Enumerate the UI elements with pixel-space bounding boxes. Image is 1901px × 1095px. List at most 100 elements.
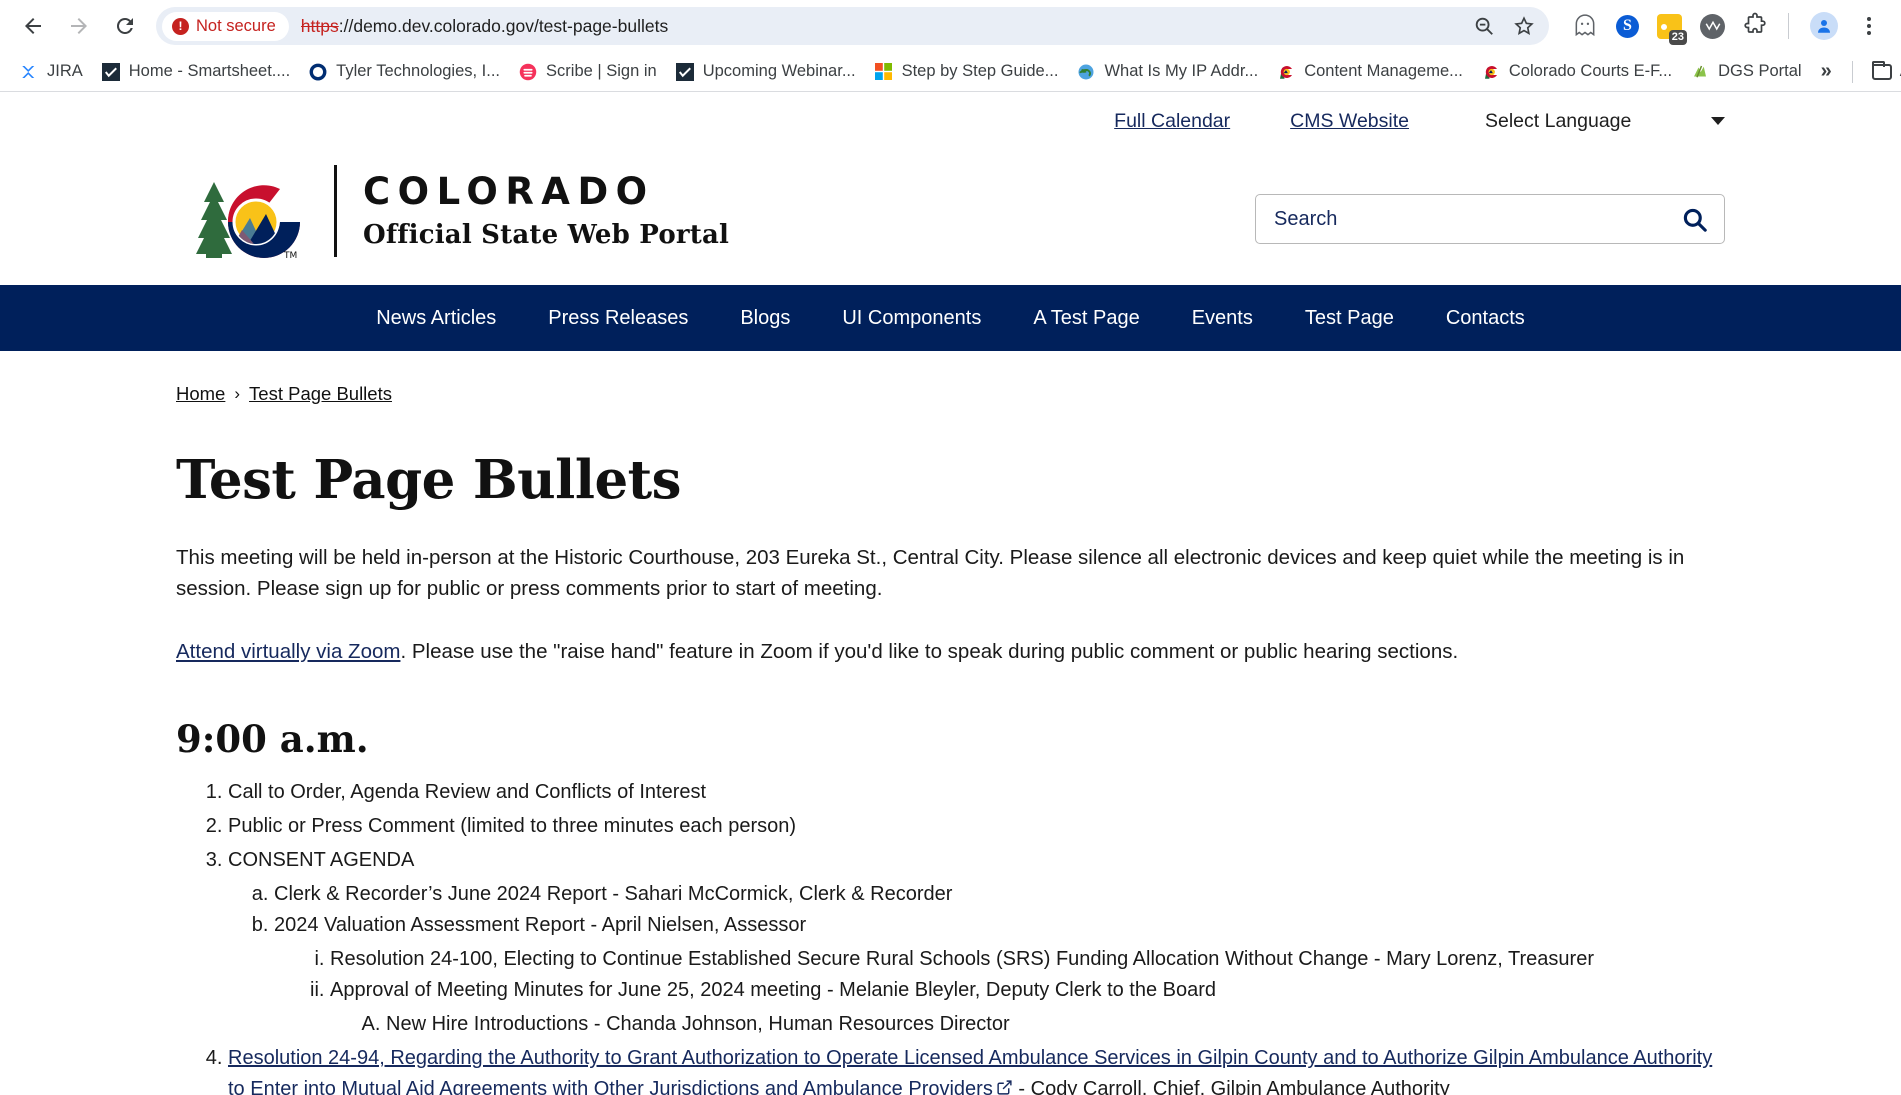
agenda-subitem-label: 2024 Valuation Assessment Report - April…: [274, 914, 807, 937]
calendar-hole: [1661, 23, 1667, 30]
bookmark-scribe[interactable]: Scribe | Sign in: [509, 58, 666, 86]
agenda-subsubitem: Resolution 24-100, Electing to Continue …: [330, 944, 1725, 975]
site-logo[interactable]: TM COLORADO Official State Web Portal: [176, 158, 729, 263]
logo-title: COLORADO: [363, 170, 655, 214]
bookmark-upcoming-webinar[interactable]: Upcoming Webinar...: [666, 58, 865, 86]
intro-paragraph: This meeting will be held in-person at t…: [176, 546, 1685, 600]
bookmark-label: Home - Smartsheet....: [128, 62, 291, 80]
agenda-deep-list: New Hire Introductions - Chanda Johnson,…: [330, 1009, 1725, 1040]
bookmark-home-smartsheet[interactable]: Home - Smartsheet....: [92, 58, 299, 86]
profile-avatar-icon[interactable]: [1810, 12, 1838, 40]
agenda-item-label: CONSENT AGENDA: [228, 849, 415, 872]
w-extension-icon[interactable]: [1700, 13, 1725, 39]
nav-item-press-releases[interactable]: Press Releases: [522, 285, 714, 351]
page-body: Full Calendar CMS Website Select Languag…: [0, 92, 1901, 1095]
smartsheet-icon: [675, 62, 695, 82]
colorado-icon: [1481, 62, 1501, 82]
zoom-out-icon[interactable]: [1473, 15, 1495, 37]
scribe-icon: [518, 62, 538, 82]
nav-item-news-articles[interactable]: News Articles: [350, 285, 522, 351]
dgs-icon: [1690, 62, 1710, 82]
nav-item-test-page[interactable]: Test Page: [1279, 285, 1420, 351]
bookmarks-overflow-button[interactable]: »: [1811, 58, 1842, 85]
security-status-chip[interactable]: ! Not secure: [162, 11, 289, 41]
calendar-extension-icon[interactable]: 23: [1657, 13, 1687, 45]
primary-navigation: News Articles Press Releases Blogs UI Co…: [0, 285, 1901, 351]
logo-divider: [334, 164, 337, 257]
cms-website-link[interactable]: CMS Website: [1290, 110, 1409, 133]
language-selector-label: Select Language: [1485, 109, 1632, 132]
nav-item-events[interactable]: Events: [1166, 285, 1279, 351]
bookmark-label: Step by Step Guide...: [901, 62, 1059, 80]
security-status-label: Not secure: [196, 16, 276, 35]
url-rest: ://demo.dev.colorado.gov/test-page-bulle…: [338, 15, 669, 36]
jira-icon: [19, 62, 39, 82]
breadcrumb-home-link[interactable]: Home: [176, 383, 225, 405]
bookmark-what-is-my-ip[interactable]: What Is My IP Addr...: [1067, 58, 1267, 86]
url-display[interactable]: https://demo.dev.colorado.gov/test-page-…: [301, 16, 668, 37]
reload-button[interactable]: [106, 7, 144, 45]
extension-icons: S 23: [1563, 12, 1891, 45]
agenda-item: Resolution 24-94, Regarding the Authorit…: [228, 1043, 1725, 1095]
not-secure-icon: !: [172, 17, 189, 35]
heading-900am: 9:00 a.m.: [176, 717, 369, 762]
bookmark-content-management[interactable]: Content Manageme...: [1267, 58, 1472, 86]
smartsheet-extension-icon[interactable]: S: [1616, 14, 1639, 38]
address-bar[interactable]: ! Not secure https://demo.dev.colorado.g…: [156, 7, 1549, 45]
bookmark-label: DGS Portal: [1718, 62, 1802, 80]
language-selector[interactable]: Select Language: [1485, 110, 1725, 133]
zoom-paragraph: Attend virtually via Zoom. Please use th…: [176, 637, 1725, 668]
bookmark-step-by-step-guide[interactable]: Step by Step Guide...: [865, 58, 1068, 86]
nav-item-contacts[interactable]: Contacts: [1420, 285, 1551, 351]
tyler-icon: [308, 62, 328, 82]
bookmarks-divider: [1851, 60, 1853, 83]
url-scheme: https: [300, 15, 339, 36]
smartsheet-icon: [101, 62, 121, 82]
bookmark-label: JIRA: [47, 62, 83, 80]
bookmark-tyler-technologies[interactable]: Tyler Technologies, I...: [299, 58, 509, 86]
page-title: Test Page Bullets: [176, 449, 682, 511]
all-bookmarks-button[interactable]: All Bookmarks: [1863, 58, 1901, 86]
browser-chrome: ! Not secure https://demo.dev.colorado.g…: [0, 0, 1901, 92]
toolbar-divider: [1788, 13, 1789, 39]
nav-item-a-test-page[interactable]: A Test Page: [1007, 285, 1165, 351]
external-link-icon: [996, 1075, 1013, 1095]
full-calendar-link[interactable]: Full Calendar: [1114, 110, 1230, 133]
agenda-item: Public or Press Comment (limited to thre…: [228, 811, 1725, 842]
bookmark-colorado-courts[interactable]: Colorado Courts E-F...: [1472, 58, 1681, 86]
breadcrumb-current-link[interactable]: Test Page Bullets: [249, 383, 392, 405]
colorado-logo-icon: TM: [176, 158, 316, 263]
bookmark-jira[interactable]: JIRA: [10, 58, 92, 86]
browser-toolbar: ! Not secure https://demo.dev.colorado.g…: [0, 0, 1901, 52]
resolution-24-94-link[interactable]: Resolution 24-94, Regarding the Authorit…: [228, 1047, 1712, 1095]
utility-bar: Full Calendar CMS Website Select Languag…: [0, 92, 1901, 150]
bookmark-label: Colorado Courts E-F...: [1508, 62, 1673, 80]
agenda-deep-item: New Hire Introductions - Chanda Johnson,…: [386, 1009, 1725, 1040]
search-icon[interactable]: [1681, 206, 1708, 233]
ghost-extension-icon[interactable]: [1572, 13, 1598, 39]
back-button[interactable]: [14, 7, 52, 45]
site-masthead: TM COLORADO Official State Web Portal: [0, 150, 1901, 285]
kebab-menu-icon[interactable]: [1856, 13, 1882, 39]
site-search[interactable]: [1255, 194, 1725, 244]
chevron-down-icon: [1711, 117, 1725, 125]
nav-item-blogs[interactable]: Blogs: [714, 285, 816, 351]
logo-subtitle: Official State Web Portal: [363, 219, 730, 250]
agenda-subitem: 2024 Valuation Assessment Report - April…: [274, 910, 1725, 1040]
bookmark-label: What Is My IP Addr...: [1104, 62, 1259, 80]
bookmark-dgs-portal[interactable]: DGS Portal: [1681, 58, 1810, 86]
agenda-list: Call to Order, Agenda Review and Conflic…: [176, 777, 1725, 1095]
star-icon[interactable]: [1513, 15, 1535, 37]
puzzle-extensions-icon[interactable]: [1743, 12, 1767, 41]
forward-button[interactable]: [60, 7, 98, 45]
bookmark-label: Upcoming Webinar...: [702, 62, 856, 80]
main-content: Home › Test Page Bullets Test Page Bulle…: [0, 351, 1901, 1095]
bookmarks-bar: JIRA Home - Smartsheet.... Tyler Technol…: [0, 52, 1901, 92]
search-input[interactable]: [1272, 206, 1681, 232]
attend-via-zoom-link[interactable]: Attend virtually via Zoom: [176, 640, 400, 663]
nav-item-ui-components[interactable]: UI Components: [816, 285, 1007, 351]
bookmark-label: Tyler Technologies, I...: [336, 62, 501, 80]
reload-icon: [113, 14, 137, 38]
agenda-item: Call to Order, Agenda Review and Conflic…: [228, 777, 1725, 808]
folder-icon: [1871, 60, 1892, 82]
